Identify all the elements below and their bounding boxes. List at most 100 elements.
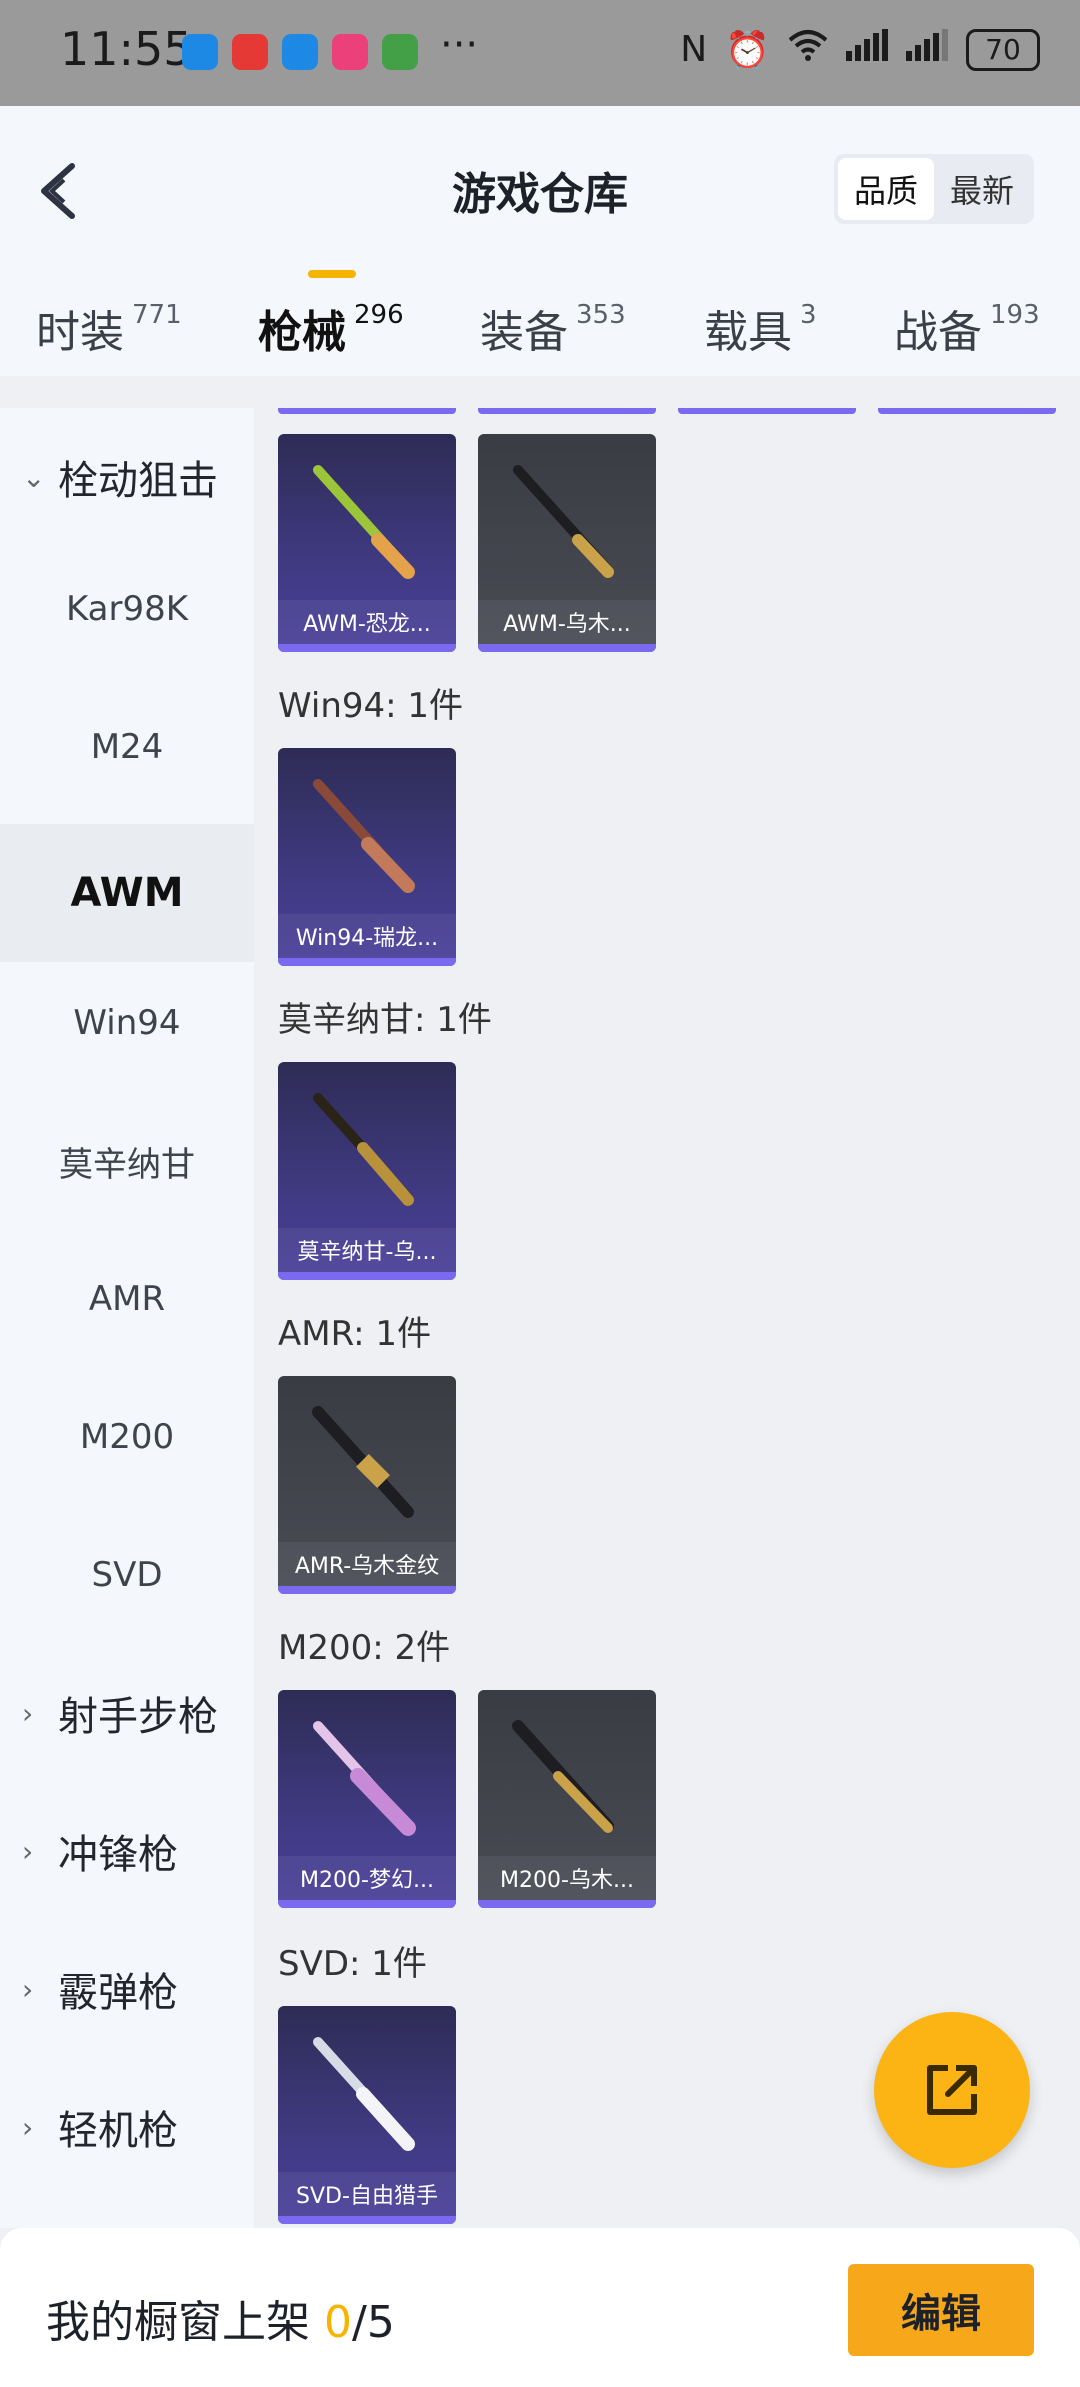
- weapon-card[interactable]: SVD-自由猎手: [278, 2006, 456, 2224]
- weapon-card[interactable]: AMR-乌木金纹: [278, 1376, 456, 1594]
- sort-latest-button[interactable]: 最新: [934, 158, 1030, 220]
- sidebar-item-svd[interactable]: SVD: [0, 1506, 254, 1644]
- chevron-right-icon: ›: [22, 1834, 34, 1868]
- weapon-card[interactable]: M200-梦幻...: [278, 1690, 456, 1908]
- category-tabs: 时装 771 枪械 296 装备 353 载具 3 战备 193: [0, 296, 1080, 376]
- sort-toggle: 品质 最新: [834, 154, 1034, 224]
- card-name: AMR-乌木金纹: [278, 1542, 456, 1586]
- rifle-skin-icon: [313, 1721, 416, 1836]
- tab-count: 193: [990, 300, 1040, 330]
- card-name: AWM-恐龙...: [278, 600, 456, 644]
- sidebar-group-shotgun[interactable]: › 霰弹枪: [0, 1920, 254, 2058]
- weapon-card[interactable]: Win94-瑞龙...: [278, 748, 456, 966]
- app-notification-icon: [182, 34, 218, 70]
- quality-bar: [278, 958, 456, 966]
- sidebar-group-label: 射手步枪: [58, 1694, 218, 1740]
- sidebar-group-marksman[interactable]: › 射手步枪: [0, 1644, 254, 1782]
- chevron-right-icon: ›: [22, 1972, 34, 2006]
- sidebar-item-m200[interactable]: M200: [0, 1368, 254, 1506]
- sidebar-group-label: 栓动狙击: [58, 458, 218, 504]
- quality-bar: [278, 1900, 456, 1908]
- sidebar-item-mosin[interactable]: 莫辛纳甘: [0, 1092, 254, 1230]
- showcase-text: 我的橱窗上架: [46, 2297, 310, 2348]
- weapon-card[interactable]: AWM-乌木...: [478, 434, 656, 652]
- showcase-bar: 我的橱窗上架 0/5 编辑: [0, 2228, 1080, 2387]
- tab-count: 353: [576, 300, 626, 330]
- weapon-grid: AWM-恐龙... AWM-乌木... Win94: 1件 Win94-瑞龙..…: [254, 408, 1080, 2228]
- tab-label: 载具: [704, 307, 792, 358]
- active-tab-indicator: [308, 270, 356, 278]
- rifle-skin-icon: [512, 1720, 614, 1833]
- quality-bar: [478, 644, 656, 652]
- sidebar-group-bolt-action[interactable]: ⌄ 栓动狙击: [0, 408, 254, 546]
- quality-bar: [278, 1586, 456, 1594]
- share-fab[interactable]: [874, 2012, 1030, 2168]
- chevron-right-icon: ›: [22, 1696, 34, 1730]
- card-edge: [878, 408, 1056, 414]
- quality-bar: [278, 1272, 456, 1280]
- tab-label: 装备: [480, 307, 568, 358]
- share-external-icon: [927, 2065, 977, 2115]
- rifle-skin-icon: [313, 779, 415, 893]
- tab-supplies[interactable]: 战备 193: [894, 296, 1040, 360]
- card-name: AWM-乌木...: [478, 600, 656, 644]
- sidebar-group-label: 轻机枪: [58, 2108, 178, 2154]
- card-name: M200-梦幻...: [278, 1856, 456, 1900]
- sidebar-item-win94[interactable]: Win94: [0, 954, 254, 1092]
- weapon-category-sidebar: ⌄ 栓动狙击 Kar98K M24 AWM Win94 莫辛纳甘 AMR M20…: [0, 408, 254, 2228]
- card-name: M200-乌木...: [478, 1856, 656, 1900]
- edit-button[interactable]: 编辑: [848, 2264, 1034, 2356]
- rifle-skin-icon: [313, 465, 415, 579]
- tab-count: 296: [354, 300, 404, 330]
- section-label: SVD: 1件: [278, 1944, 427, 1984]
- tab-label: 枪械: [258, 307, 346, 358]
- showcase-current-count: 0: [324, 2297, 352, 2348]
- nfc-icon: N: [680, 29, 708, 70]
- card-edge: [478, 408, 656, 414]
- status-time: 11:55: [60, 22, 193, 76]
- app-notification-icon: [232, 34, 268, 70]
- tab-count: 3: [800, 300, 817, 330]
- sidebar-item-amr[interactable]: AMR: [0, 1230, 254, 1368]
- weapon-card[interactable]: AWM-恐龙...: [278, 434, 456, 652]
- card-name: 莫辛纳甘-乌...: [278, 1228, 456, 1272]
- alarm-icon: ⏰: [725, 29, 770, 71]
- sidebar-item-kar98k[interactable]: Kar98K: [0, 540, 254, 678]
- sidebar-group-label: 冲锋枪: [58, 1832, 178, 1878]
- section-label: Win94: 1件: [278, 686, 464, 726]
- section-label: 莫辛纳甘: 1件: [278, 1000, 492, 1040]
- system-icons: N ⏰ 70: [680, 28, 1040, 71]
- sidebar-group-smg[interactable]: › 冲锋枪: [0, 1782, 254, 1920]
- rifle-skin-icon: [313, 1093, 414, 1206]
- rifle-skin-icon: [312, 1406, 414, 1518]
- card-edge: [678, 408, 856, 414]
- showcase-total: /5: [352, 2297, 395, 2348]
- tab-count: 771: [132, 300, 182, 330]
- sort-quality-button[interactable]: 品质: [838, 158, 934, 220]
- weapon-card[interactable]: 莫辛纳甘-乌...: [278, 1062, 456, 1280]
- tab-firearms[interactable]: 枪械 296: [258, 296, 404, 360]
- rifle-skin-icon: [313, 2037, 415, 2151]
- tab-vehicles[interactable]: 载具 3: [704, 296, 817, 360]
- more-notifications-icon: ···: [440, 22, 479, 68]
- sidebar-group-lmg[interactable]: › 轻机枪: [0, 2058, 254, 2196]
- app-notification-icon: [332, 34, 368, 70]
- tab-label: 时装: [36, 307, 124, 358]
- wifi-icon: [788, 28, 828, 71]
- quality-bar: [278, 644, 456, 652]
- chevron-down-icon: ⌄: [22, 460, 46, 494]
- quality-bar: [478, 1900, 656, 1908]
- tab-fashion[interactable]: 时装 771: [36, 296, 182, 360]
- message-notification-icon: [282, 34, 318, 70]
- card-name: Win94-瑞龙...: [278, 914, 456, 958]
- weapon-card[interactable]: M200-乌木...: [478, 1690, 656, 1908]
- card-edge: [278, 408, 456, 414]
- sidebar-item-awm[interactable]: AWM: [0, 824, 254, 962]
- quality-bar: [278, 2216, 456, 2224]
- battery-icon: 70: [966, 28, 1040, 71]
- notification-icons: [182, 34, 418, 70]
- wechat-notification-icon: [382, 34, 418, 70]
- tab-equipment[interactable]: 装备 353: [480, 296, 626, 360]
- sidebar-item-m24[interactable]: M24: [0, 678, 254, 816]
- showcase-label: 我的橱窗上架 0/5: [46, 2286, 395, 2350]
